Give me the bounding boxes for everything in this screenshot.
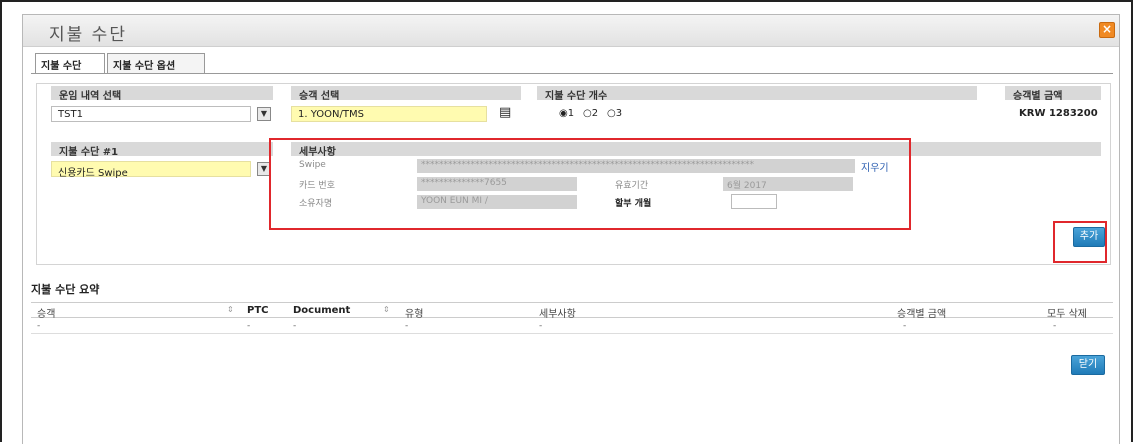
column-header-amount[interactable]: 승객별 금액 (897, 305, 946, 320)
payment-method-header: 지불 수단 #1 (51, 142, 273, 158)
radio-label: 1 (567, 108, 575, 119)
summary-table-header: 승객 ⇕ PTC Document ⇕ 유형 세부사항 승객별 금액 모두 삭제 (31, 302, 1113, 320)
dialog-title: 지불 수단 (49, 25, 127, 45)
payment-count-radio-1[interactable]: ◉1 (559, 108, 574, 119)
payment-method-select[interactable]: 신용카드 Swipe (51, 161, 251, 179)
itinerary-header: 운임 내역 선택 (51, 86, 273, 102)
close-button[interactable]: 닫기 (1071, 355, 1105, 375)
passenger-select[interactable]: 1. YOON/TMS (291, 106, 487, 122)
column-header-document[interactable]: Document (293, 305, 350, 316)
column-header-type[interactable]: 유형 (405, 305, 423, 320)
add-button-highlight-box (1053, 221, 1107, 263)
table-cell: - (539, 321, 543, 331)
payment-count-radio-3[interactable]: ○3 (607, 108, 622, 119)
sort-icon[interactable]: ⇕ (383, 305, 390, 314)
table-cell: - (37, 321, 41, 331)
column-header-ptc[interactable]: PTC (247, 305, 269, 316)
column-header-passenger[interactable]: 승객 (37, 305, 55, 320)
close-icon[interactable]: × (1099, 22, 1115, 38)
summary-title: 지불 수단 요약 (31, 283, 100, 296)
delete-all-link[interactable]: 모두 삭제 (1047, 305, 1087, 320)
tab-payment[interactable]: 지불 수단 (35, 53, 105, 73)
column-header-details[interactable]: 세부사항 (539, 305, 576, 320)
table-cell: - (1053, 321, 1057, 331)
payment-count-header: 지불 수단 개수 (537, 86, 977, 102)
table-cell: - (405, 321, 409, 331)
table-cell: - (903, 321, 907, 331)
details-highlight-box (269, 138, 911, 230)
tab-payment-options[interactable]: 지불 수단 옵션 (107, 53, 205, 73)
amount-value: KRW 1283200 (1019, 108, 1098, 119)
payment-count-radio-2[interactable]: ○2 (583, 108, 598, 119)
table-divider (31, 333, 1113, 334)
itinerary-select[interactable]: TST1 (51, 106, 251, 122)
passenger-header: 승객 선택 (291, 86, 521, 102)
list-icon[interactable]: ▤ (499, 105, 511, 120)
payment-dialog: 지불 수단 × 지불 수단 지불 수단 옵션 운임 내역 선택 승객 선택 지불… (22, 14, 1120, 444)
radio-label: 3 (615, 108, 623, 119)
tab-divider (31, 73, 1113, 74)
title-bar: 지불 수단 × (23, 15, 1119, 47)
table-cell: - (293, 321, 297, 331)
chevron-down-icon[interactable]: ▼ (257, 107, 271, 121)
sort-icon[interactable]: ⇕ (227, 305, 234, 314)
table-cell: - (247, 321, 251, 331)
amount-header: 승객별 금액 (1005, 86, 1101, 102)
radio-label: 2 (591, 108, 599, 119)
